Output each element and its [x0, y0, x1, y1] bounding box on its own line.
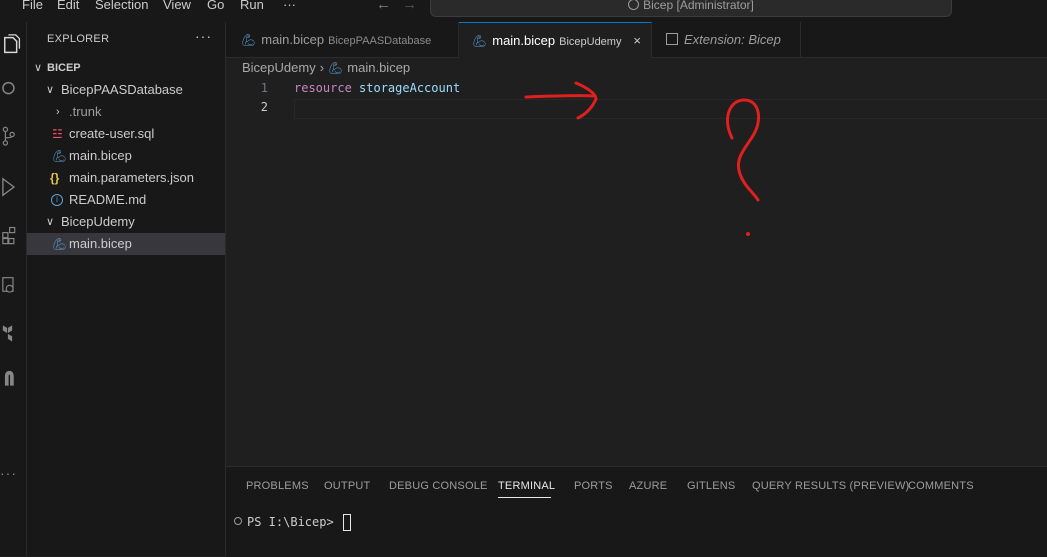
breadcrumb-folder[interactable]: BicepUdemy [242, 60, 316, 75]
tree-item-label: BicepUdemy [61, 214, 135, 229]
tree-item-label: main.bicep [69, 236, 132, 251]
workspace-root[interactable]: ∨ BICEP [27, 57, 225, 79]
search-icon [628, 0, 640, 10]
tree-file-main-parameters-json[interactable]: {} main.parameters.json [27, 167, 225, 189]
tab-label: main.bicep [492, 33, 556, 48]
close-icon[interactable]: × [633, 23, 641, 59]
info-icon: i [51, 194, 63, 206]
code-editor[interactable]: 1 2 resource storageAccount [226, 78, 1047, 466]
bicep-file-icon: 💪︎ [241, 33, 257, 47]
database-icon: ☳ [52, 127, 63, 141]
tree-item-label: .trunk [69, 104, 102, 119]
explorer-title: EXPLORER [47, 33, 110, 45]
more-views-icon[interactable]: ··· [0, 465, 17, 481]
chevron-down-icon: ∨ [34, 62, 43, 74]
breadcrumb-file[interactable]: main.bicep [347, 60, 410, 75]
tab-description: BicepUdemy [559, 36, 622, 48]
tree-file-create-user-sql[interactable]: ☳ create-user.sql [27, 123, 225, 145]
terminal-cursor [342, 514, 351, 531]
back-arrow-icon[interactable]: ← [376, 0, 391, 13]
command-center-label: Bicep [Administrator] [643, 0, 754, 12]
panel-tab-ports[interactable]: PORTS [574, 480, 613, 492]
editor-tab-bar: 💪︎ main.bicep BicepPAASDatabase 💪︎ main.bic… [226, 22, 1047, 58]
menu-selection[interactable]: Selection [95, 0, 148, 12]
panel-tab-gitlens[interactable]: GITLENS [687, 480, 735, 492]
menu-file[interactable]: File [22, 0, 43, 12]
source-control-icon[interactable] [0, 126, 26, 148]
json-file-icon: {} [50, 171, 60, 185]
command-center[interactable]: Bicep [Administrator] [430, 0, 952, 17]
panel-tab-query-results[interactable]: QUERY RESULTS (PREVIEW) [752, 480, 909, 492]
panel-tab-azure[interactable]: AZURE [629, 480, 667, 492]
tree-folder-biceppaasdatabase[interactable]: ∨ BicepPAASDatabase [27, 79, 225, 101]
menu-view[interactable]: View [163, 0, 191, 12]
explorer-sidebar: EXPLORER ··· ∨ BICEP ∨ BicepPAASDatabase… [27, 22, 226, 556]
gitlens-icon[interactable] [0, 368, 26, 390]
bottom-panel: PROBLEMS OUTPUT DEBUG CONSOLE TERMINAL P… [226, 466, 1047, 557]
tree-folder-bicepudemy[interactable]: ∨ BicepUdemy [27, 211, 225, 233]
tree-item-label: main.bicep [69, 148, 132, 163]
tab-label: main.bicep [261, 32, 325, 47]
terminal-output[interactable]: PS I:\Bicep> [234, 513, 351, 531]
tree-item-label: main.parameters.json [69, 170, 194, 185]
menu-go[interactable]: Go [207, 0, 224, 12]
run-debug-icon[interactable] [0, 176, 26, 198]
extensions-icon[interactable] [0, 225, 26, 247]
tab-label: Extension: Bicep [684, 32, 781, 47]
activity-bar: ··· [0, 22, 27, 556]
search-icon[interactable] [0, 78, 26, 100]
panel-tab-output[interactable]: OUTPUT [324, 480, 370, 492]
tree-item-label: README.md [69, 192, 147, 207]
explorer-more-button[interactable]: ··· [195, 28, 212, 44]
menu-more[interactable]: ··· [283, 0, 296, 12]
breadcrumb: BicepUdemy › 💪︎ main.bicep [242, 58, 410, 78]
breadcrumb-separator: › [319, 60, 325, 75]
panel-tab-problems[interactable]: PROBLEMS [246, 480, 309, 492]
command-decoration-icon [234, 517, 242, 525]
tab-main-bicep-biceppaasdatabase[interactable]: 💪︎ main.bicep BicepPAASDatabase [226, 22, 459, 57]
panel-tab-terminal[interactable]: TERMINAL [498, 480, 555, 492]
tab-extension-bicep[interactable]: Extension: Bicep [652, 22, 801, 57]
explorer-icon[interactable] [0, 34, 26, 56]
tab-main-bicep-bicepudemy[interactable]: 💪︎ main.bicep BicepUdemy × [459, 22, 652, 58]
tree-file-main-bicep[interactable]: 💪︎ main.bicep [27, 145, 225, 167]
title-bar: File Edit Selection View Go Run ··· ← → … [0, 0, 1047, 22]
active-tab-indicator [498, 497, 551, 498]
tree-item-label: create-user.sql [69, 126, 155, 141]
tree-item-label: BicepPAASDatabase [61, 82, 183, 97]
tree-file-main-bicep-selected[interactable]: 💪︎ main.bicep [27, 233, 225, 255]
extension-icon [666, 33, 678, 45]
chevron-right-icon: › [56, 106, 60, 118]
terraform-icon[interactable] [0, 322, 26, 344]
forward-arrow-icon[interactable]: → [402, 0, 417, 13]
tree-file-readme-md[interactable]: i README.md [27, 189, 225, 211]
workspace-root-label: BICEP [47, 62, 81, 74]
terminal-prompt: PS I:\Bicep> [247, 515, 341, 529]
chevron-down-icon: ∨ [46, 216, 55, 228]
tree-folder-trunk[interactable]: › .trunk [27, 101, 225, 123]
bicep-file-icon: 💪︎ [472, 34, 488, 48]
remote-explorer-icon[interactable] [0, 276, 26, 298]
bicep-file-icon: 💪︎ [328, 61, 344, 75]
menu-edit[interactable]: Edit [57, 0, 79, 12]
bicep-file-icon: 💪︎ [52, 149, 68, 163]
menu-run[interactable]: Run [240, 0, 264, 12]
panel-tab-debug-console[interactable]: DEBUG CONSOLE [389, 480, 488, 492]
panel-tab-comments[interactable]: COMMENTS [908, 480, 974, 492]
red-annotation-drawing [524, 81, 761, 236]
chevron-down-icon: ∨ [46, 84, 55, 96]
tab-description: BicepPAASDatabase [328, 35, 432, 47]
bicep-file-icon: 💪︎ [52, 237, 68, 251]
